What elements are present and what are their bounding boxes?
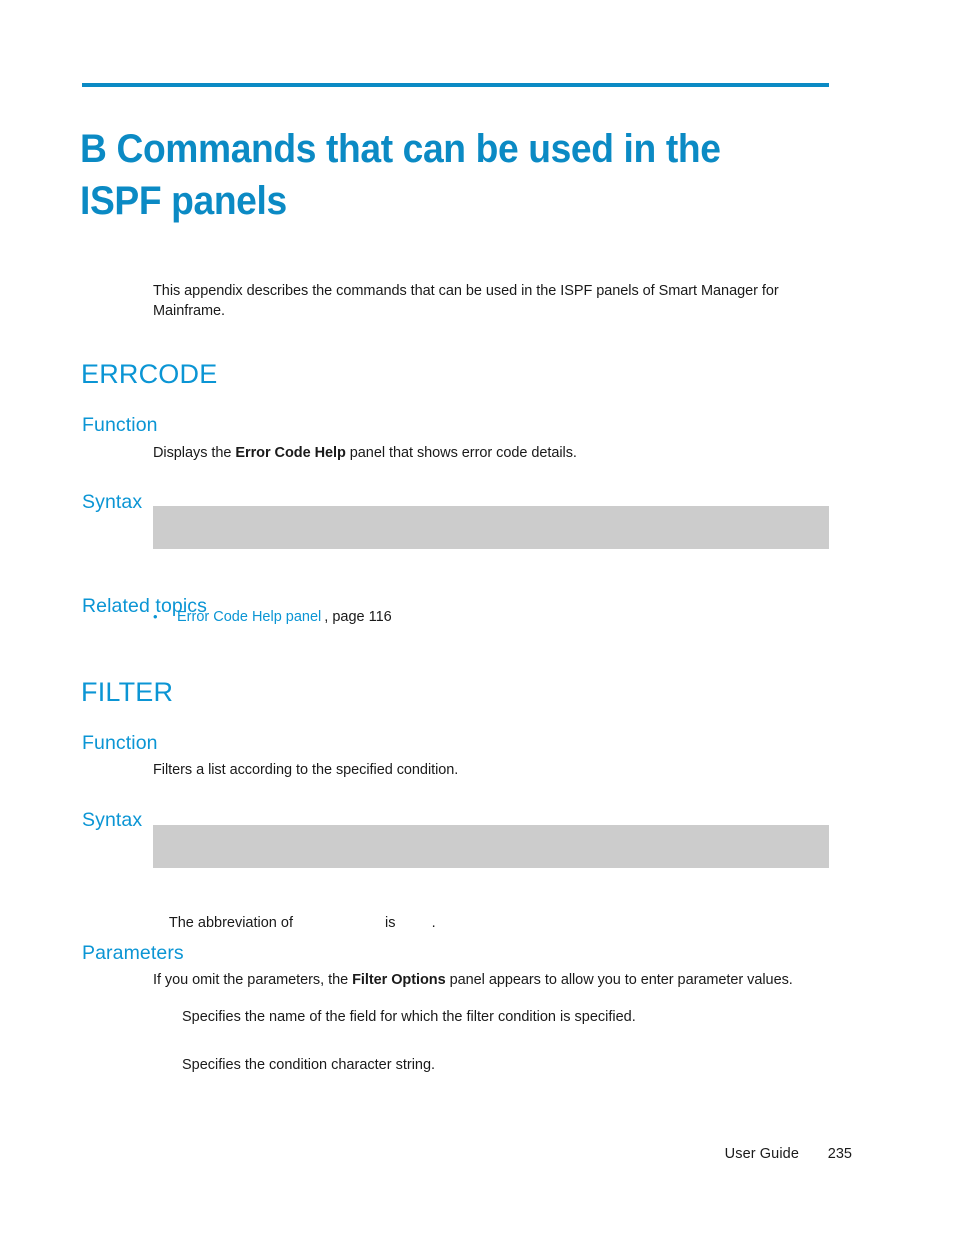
list-item: • Error Code Help panel, page 116 xyxy=(153,607,825,627)
errcode-function-heading: Function xyxy=(82,413,158,436)
filter-syntax-heading: Syntax xyxy=(82,808,143,831)
footer-page-number: 235 xyxy=(827,1146,852,1162)
related-topic-link[interactable]: Error Code Help panel xyxy=(177,609,321,625)
page-title: B Commands that can be used in the ISPF … xyxy=(80,126,721,223)
filter-syntax-box xyxy=(153,825,829,868)
errcode-function-text-suffix: panel that shows error code details. xyxy=(345,444,577,461)
filter-parameter-description-1: Specifies the name of the field for whic… xyxy=(182,1009,636,1025)
filter-parameters-intro: If you omit the parameters, the Filter O… xyxy=(153,970,843,990)
errcode-function-bold-term: Error Code Help xyxy=(235,444,346,461)
page-footer: User Guide 235 xyxy=(0,1143,954,1167)
filter-parameters-intro-suffix: panel appears to allow you to enter para… xyxy=(445,971,793,988)
abbrev-middle: is xyxy=(381,914,400,931)
chapter-title-rule xyxy=(82,83,829,87)
filter-syntax-code xyxy=(153,825,829,841)
document-page: B Commands that can be used in the ISPF … xyxy=(0,0,954,1235)
filter-parameters-bold-term: Filter Options xyxy=(352,971,446,988)
filter-function-heading: Function xyxy=(82,731,158,754)
filter-parameters-intro-prefix: If you omit the parameters, the xyxy=(153,971,353,988)
filter-abbreviation-note: The abbreviation of is . xyxy=(153,893,825,953)
filter-function-text: Filters a list according to the specifie… xyxy=(153,761,459,778)
chapter-intro-paragraph: This appendix describes the commands tha… xyxy=(153,282,779,319)
filter-parameters-heading: Parameters xyxy=(82,941,184,964)
related-topic-page-reference: , page 116 xyxy=(324,609,392,625)
errcode-syntax-box xyxy=(153,506,829,549)
errcode-function-text-prefix: Displays the xyxy=(153,444,236,461)
errcode-syntax-code xyxy=(153,506,829,522)
abbrev-suffix: . xyxy=(431,914,436,931)
section-heading-filter: FILTER xyxy=(81,677,174,708)
errcode-function-text: Displays the Error Code Help panel that … xyxy=(153,443,825,463)
related-topic-entry: Error Code Help panel, page 116 xyxy=(177,607,392,627)
errcode-syntax-heading: Syntax xyxy=(82,490,143,513)
section-heading-errcode: ERRCODE xyxy=(81,359,218,390)
filter-parameter-description-2: Specifies the condition character string… xyxy=(182,1057,436,1073)
abbrev-prefix: The abbreviation of xyxy=(168,914,298,931)
errcode-related-topics-list: • Error Code Help panel, page 116 xyxy=(153,607,825,627)
footer-document-title: User Guide xyxy=(724,1146,799,1162)
bullet-icon: • xyxy=(153,609,158,624)
